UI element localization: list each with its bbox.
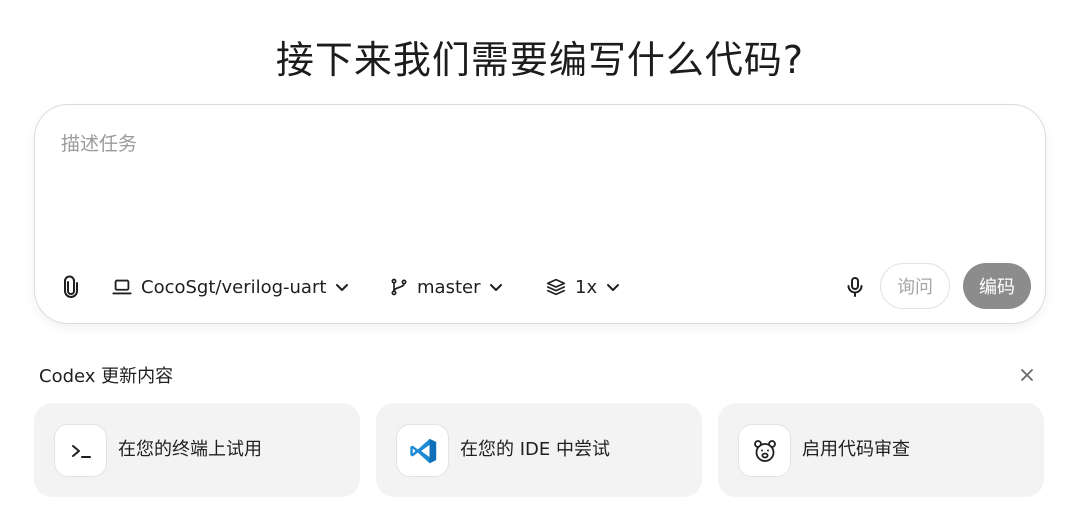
vscode-icon bbox=[409, 438, 436, 463]
update-card-label: 在您的终端上试用 bbox=[118, 439, 262, 460]
paperclip-icon bbox=[64, 275, 78, 298]
update-card-label: 在您的 IDE 中尝试 bbox=[460, 439, 610, 460]
laptop-icon bbox=[112, 279, 132, 295]
terminal-icon bbox=[71, 444, 91, 458]
chevron-down-icon bbox=[607, 284, 620, 291]
task-description-input[interactable] bbox=[61, 129, 1021, 249]
chevron-down-icon bbox=[490, 284, 503, 291]
close-icon bbox=[1021, 369, 1033, 381]
update-card-code-review[interactable]: 启用代码审查 bbox=[718, 403, 1044, 497]
microphone-icon bbox=[847, 277, 863, 297]
terminal-icon-tile bbox=[54, 424, 107, 477]
task-composer: CocoSgt/verilog-uart master bbox=[34, 104, 1046, 324]
composer-toolbar: CocoSgt/verilog-uart master 1x 询问 编码 bbox=[35, 263, 1045, 311]
git-branch-icon bbox=[391, 278, 407, 296]
update-card-ide[interactable]: 在您的 IDE 中尝试 bbox=[376, 403, 702, 497]
layers-icon bbox=[546, 278, 566, 296]
code-review-icon-tile bbox=[738, 424, 791, 477]
branch-selector[interactable]: master bbox=[389, 263, 504, 311]
repo-selector[interactable]: CocoSgt/verilog-uart bbox=[111, 263, 350, 311]
update-card-terminal[interactable]: 在您的终端上试用 bbox=[34, 403, 360, 497]
repo-name: CocoSgt/verilog-uart bbox=[141, 276, 327, 298]
update-card-label: 启用代码审查 bbox=[802, 439, 910, 460]
version-count-selector[interactable]: 1x bbox=[545, 263, 621, 311]
version-count: 1x bbox=[575, 276, 598, 298]
codex-home: 接下来我们需要编写什么代码? CocoSgt/verilog-uart bbox=[0, 0, 1080, 527]
updates-heading: Codex 更新内容 bbox=[39, 366, 174, 387]
close-updates-button[interactable] bbox=[1016, 364, 1038, 386]
page-title: 接下来我们需要编写什么代码? bbox=[275, 38, 805, 82]
branch-name: master bbox=[417, 276, 481, 298]
chevron-down-icon bbox=[336, 284, 349, 291]
microphone-button[interactable] bbox=[843, 263, 867, 311]
attach-button[interactable] bbox=[59, 263, 83, 311]
ask-button[interactable]: 询问 bbox=[880, 263, 950, 309]
code-review-bear-icon bbox=[753, 439, 776, 462]
vscode-icon-tile bbox=[396, 424, 449, 477]
code-button[interactable]: 编码 bbox=[963, 263, 1031, 309]
